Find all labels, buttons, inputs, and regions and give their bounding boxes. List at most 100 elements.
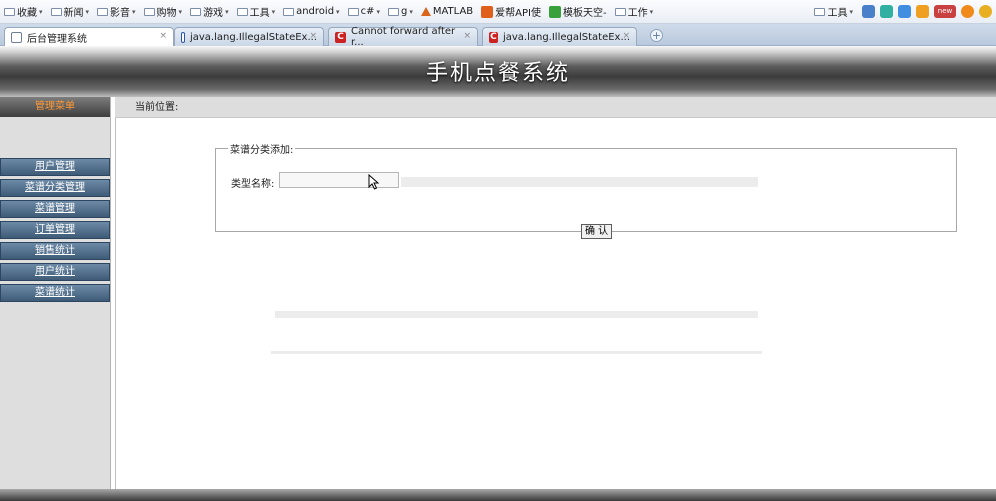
bookmark-4[interactable]: 游戏 ▾ bbox=[186, 4, 233, 19]
app-title: 手机点餐系统 bbox=[425, 61, 570, 86]
csdn-icon: C bbox=[335, 31, 346, 43]
form-legend: 菜谱分类添加: bbox=[230, 145, 294, 156]
extension-icon[interactable] bbox=[961, 5, 974, 18]
chevron-down-icon: ▾ bbox=[409, 7, 413, 16]
bookmark-12[interactable]: 工作 ▾ bbox=[611, 4, 658, 19]
chevron-down-icon: ▾ bbox=[649, 7, 654, 16]
folder-icon bbox=[387, 7, 399, 16]
extension-icon[interactable] bbox=[880, 5, 893, 18]
close-icon[interactable]: × bbox=[159, 31, 167, 41]
tab-title: java.lang.IllegalStateEx... bbox=[189, 31, 317, 43]
bookmark-5[interactable]: 工具 ▾ bbox=[233, 4, 280, 19]
bookmark-label: 游戏 bbox=[203, 8, 224, 19]
folder-icon bbox=[236, 7, 248, 16]
folder-icon bbox=[190, 7, 202, 16]
folder-icon bbox=[50, 7, 62, 16]
tab-illegal-state-1[interactable]: java.lang.IllegalStateEx... × bbox=[174, 27, 324, 46]
chevron-down-icon: ▾ bbox=[39, 7, 43, 16]
page-icon bbox=[11, 31, 22, 43]
bookmark-label: 影音 bbox=[110, 8, 131, 19]
bookmark-label: 购物 bbox=[156, 8, 177, 19]
bookmark-7[interactable]: c# ▾ bbox=[344, 6, 384, 17]
bookmark-10[interactable]: 爱帮API使 bbox=[477, 4, 545, 19]
new-badge-icon[interactable]: new bbox=[934, 5, 956, 18]
app-header: 手机点餐系统 bbox=[0, 46, 996, 97]
bookmark-label: 新闻 bbox=[63, 8, 84, 19]
mouse-cursor-icon bbox=[368, 174, 380, 190]
extension-icon[interactable] bbox=[862, 5, 875, 18]
confirm-button[interactable]: 确 认 bbox=[581, 224, 613, 239]
sidebar-item-order-management[interactable]: 订单管理 bbox=[0, 221, 110, 239]
close-icon[interactable]: × bbox=[463, 31, 471, 41]
matlab-icon bbox=[420, 7, 431, 16]
bottom-bar bbox=[0, 489, 996, 501]
toolbar-right: 工具 ▾ new bbox=[810, 4, 996, 19]
tools-icon bbox=[814, 7, 826, 16]
folder-icon bbox=[283, 7, 295, 16]
sidebar-item-recipe-management[interactable]: 菜谱管理 bbox=[0, 200, 110, 218]
folder-icon bbox=[614, 7, 626, 16]
bookmark-label: 爱帮API使 bbox=[495, 8, 541, 19]
bookmark-1[interactable]: 新闻 ▾ bbox=[47, 4, 94, 19]
folder-icon bbox=[4, 7, 15, 16]
render-artifact bbox=[275, 311, 758, 318]
folder-icon bbox=[97, 7, 109, 16]
new-tab-button[interactable]: + bbox=[650, 29, 663, 42]
tab-illegal-state-2[interactable]: C java.lang.IllegalStateEx... × bbox=[482, 27, 637, 46]
chevron-down-icon: ▾ bbox=[376, 7, 380, 16]
category-add-form: 菜谱分类添加: 类型名称: 确 认 bbox=[215, 141, 957, 239]
tab-backend-admin[interactable]: 后台管理系统 × bbox=[4, 27, 174, 46]
bookmark-0[interactable]: 收藏 ▾ bbox=[0, 4, 47, 19]
extension-icon[interactable] bbox=[979, 5, 992, 18]
tab-title: Cannot forward after r... bbox=[350, 26, 456, 48]
chevron-down-icon: ▾ bbox=[271, 7, 276, 16]
menu-list: 用户管理 菜谱分类管理 菜谱管理 订单管理 销售统计 用户统计 菜谱统计 bbox=[0, 158, 110, 305]
main-content: 菜谱分类添加: 类型名称: 确 认 bbox=[115, 118, 996, 489]
tab-title: 后台管理系统 bbox=[27, 33, 87, 45]
bookmark-label: g bbox=[400, 6, 408, 17]
paw-icon bbox=[181, 31, 185, 43]
tools-label: 工具 bbox=[827, 8, 848, 19]
tab-title: java.lang.IllegalStateEx... bbox=[502, 31, 630, 43]
bookmark-label: c# bbox=[360, 6, 375, 17]
sidebar-item-recipe-stats[interactable]: 菜谱统计 bbox=[0, 284, 110, 302]
folder-icon bbox=[347, 7, 359, 16]
chevron-down-icon: ▾ bbox=[849, 7, 853, 16]
tab-cannot-forward[interactable]: C Cannot forward after r... × bbox=[328, 26, 478, 48]
breadcrumb: 当前位置: bbox=[115, 97, 996, 118]
bookmark-label: MATLAB bbox=[432, 6, 474, 17]
render-artifact bbox=[271, 351, 762, 354]
bookmark-11[interactable]: 模板天空- bbox=[545, 4, 611, 19]
bookmark-3[interactable]: 购物 ▾ bbox=[140, 4, 187, 19]
chevron-down-icon: ▾ bbox=[85, 7, 90, 16]
bookmark-2[interactable]: 影音 ▾ bbox=[93, 4, 140, 19]
sidebar-item-sales-stats[interactable]: 销售统计 bbox=[0, 242, 110, 260]
chevron-down-icon: ▾ bbox=[178, 7, 183, 16]
type-name-label: 类型名称: bbox=[231, 179, 275, 190]
bookmark-label: android bbox=[296, 6, 335, 17]
render-artifact bbox=[401, 177, 758, 187]
sidebar-item-user-stats[interactable]: 用户统计 bbox=[0, 263, 110, 281]
csdn-icon: C bbox=[489, 31, 498, 43]
sidebar-item-category-management[interactable]: 菜谱分类管理 bbox=[0, 179, 110, 197]
extension-icon[interactable] bbox=[916, 5, 929, 18]
chevron-down-icon: ▾ bbox=[336, 7, 340, 16]
sidebar-item-user-management[interactable]: 用户管理 bbox=[0, 158, 110, 176]
bookmark-8[interactable]: g ▾ bbox=[384, 6, 417, 17]
extension-icon[interactable] bbox=[898, 5, 911, 18]
folder-icon bbox=[143, 7, 155, 16]
template-icon bbox=[548, 5, 561, 18]
bookmark-9[interactable]: MATLAB bbox=[417, 6, 477, 17]
tools-menu[interactable]: 工具 ▾ bbox=[810, 4, 857, 19]
close-icon[interactable]: × bbox=[622, 31, 630, 41]
bookmark-6[interactable]: android ▾ bbox=[279, 6, 343, 17]
type-name-input[interactable] bbox=[279, 172, 399, 188]
bookmark-label: 工作 bbox=[627, 8, 648, 19]
menu-heading: 管理菜单 bbox=[0, 97, 110, 117]
bookmark-label: 工具 bbox=[249, 8, 270, 19]
bookmark-label: 模板天空- bbox=[562, 8, 607, 19]
sidebar: 管理菜单 用户管理 菜谱分类管理 菜谱管理 订单管理 销售统计 用户统计 菜谱统… bbox=[0, 97, 111, 489]
close-icon[interactable]: × bbox=[309, 31, 317, 41]
bookmarks-bar: 收藏 ▾ 新闻 ▾ 影音 ▾ 购物 ▾ 游戏 ▾ 工具 ▾ android ▾ c# ▾ g ▾ MATLAB 爱帮A… bbox=[0, 0, 996, 24]
bookmark-label: 收藏 bbox=[17, 8, 37, 19]
